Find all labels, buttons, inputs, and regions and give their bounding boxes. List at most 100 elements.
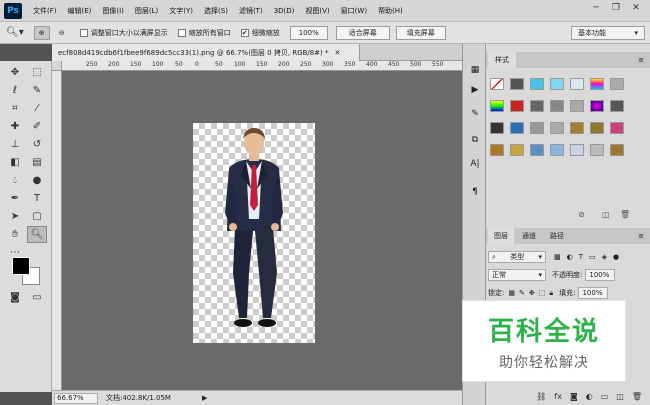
adjustment-layer-icon[interactable]: ◐ <box>586 392 593 401</box>
type-tool-icon[interactable]: T <box>27 190 47 207</box>
zoom-tool-preset-icon[interactable]: 🔍︎▾ <box>6 27 24 38</box>
marquee-tool-icon[interactable]: ⬚ <box>27 64 47 81</box>
style-swatch[interactable] <box>490 144 504 156</box>
paragraph-panel-icon[interactable]: ¶ <box>466 184 484 200</box>
style-swatch[interactable] <box>610 122 624 134</box>
brush-tool-icon[interactable]: ✐ <box>27 118 47 135</box>
character-panel-icon[interactable]: A| <box>466 156 484 172</box>
pen-tool-icon[interactable]: ✒ <box>5 190 25 207</box>
style-swatch[interactable] <box>610 100 624 112</box>
eraser-tool-icon[interactable]: ◧ <box>5 154 25 171</box>
tab-layers[interactable]: 图层 <box>488 228 514 244</box>
style-swatch[interactable] <box>510 78 524 90</box>
blur-tool-icon[interactable]: 💧︎ <box>5 172 25 189</box>
zoom-level-field[interactable]: 66.67% <box>54 392 98 404</box>
status-menu-arrow-icon[interactable]: ▶ <box>202 394 207 402</box>
hand-tool-icon[interactable]: ✋︎ <box>5 226 25 243</box>
style-swatch[interactable] <box>530 144 544 156</box>
zoom-all-option[interactable]: 缩放所有窗口 <box>177 28 231 38</box>
ruler-origin[interactable] <box>52 61 62 71</box>
style-swatch[interactable] <box>510 100 524 112</box>
filter-adjustment-icon[interactable]: ◐ <box>567 253 573 261</box>
zoom-in-icon[interactable]: ⊕ <box>33 25 50 40</box>
document-tab[interactable]: ecf808d419cdb6f1fbee9f689dc5cc33(1).png … <box>52 44 360 61</box>
canvas-area[interactable] <box>62 71 462 390</box>
scrubby-zoom-checkbox[interactable]: ✔ <box>240 28 249 37</box>
style-swatch[interactable] <box>570 78 584 90</box>
rectangle-tool-icon[interactable]: ▢ <box>27 208 47 225</box>
history-panel-icon[interactable]: ▦ <box>466 62 484 78</box>
history-brush-tool-icon[interactable]: ↺ <box>27 136 47 153</box>
scrubby-zoom-option[interactable]: ✔ 细微缩放 <box>240 28 280 38</box>
lock-transparent-icon[interactable]: ▦ <box>508 289 515 297</box>
style-swatch[interactable] <box>610 144 624 156</box>
fit-screen-button[interactable]: 适合屏幕 <box>335 25 390 40</box>
filter-pixel-icon[interactable]: ▩ <box>554 253 561 261</box>
filter-smart-icon[interactable]: ◈ <box>602 253 607 261</box>
zoom-out-icon[interactable]: ⊖ <box>54 26 70 40</box>
layers-menu-icon[interactable]: ≡ <box>634 228 648 244</box>
link-layers-icon[interactable]: ⛓︎ <box>536 392 546 401</box>
lock-artboard-icon[interactable]: ⬚ <box>539 289 546 297</box>
fx-icon[interactable]: fx <box>554 392 562 401</box>
filter-toggle-icon[interactable]: ● <box>613 253 619 261</box>
menu-3d[interactable]: 3D(D) <box>274 7 295 15</box>
style-swatch[interactable] <box>550 144 564 156</box>
tab-paths[interactable]: 路径 <box>544 228 570 244</box>
menu-edit[interactable]: 编辑(E) <box>68 6 92 16</box>
resize-windows-option[interactable]: 调整窗口大小以满屏显示 <box>79 28 168 38</box>
move-tool-icon[interactable]: ✥ <box>5 64 25 81</box>
workspace-select[interactable]: 基本功能 ▾ <box>571 25 645 40</box>
restore-button[interactable]: ❐ <box>608 3 624 13</box>
menu-type[interactable]: 文字(Y) <box>169 6 193 16</box>
minimize-button[interactable]: ─ <box>588 3 604 13</box>
healing-brush-tool-icon[interactable]: ✚ <box>5 118 25 135</box>
style-swatch[interactable] <box>490 78 504 90</box>
actions-panel-icon[interactable]: ▶ <box>466 82 484 98</box>
blend-mode-select[interactable]: 正常 ▾ <box>488 269 546 281</box>
clear-style-icon[interactable]: ⊘ <box>578 210 585 219</box>
resize-windows-checkbox[interactable] <box>79 28 88 37</box>
menu-window[interactable]: 窗口(W) <box>341 6 367 16</box>
panel-menu-icon[interactable]: ≡ <box>634 52 648 68</box>
opacity-field[interactable]: 100% <box>585 269 616 281</box>
style-swatch[interactable] <box>610 78 624 90</box>
filter-type-icon[interactable]: T <box>579 253 583 261</box>
style-swatch[interactable] <box>490 100 504 112</box>
document-info[interactable]: 文档:402.8K/1.05M <box>106 393 171 403</box>
style-swatch[interactable] <box>530 78 544 90</box>
style-swatch[interactable] <box>550 100 564 112</box>
fill-screen-button[interactable]: 填充屏幕 <box>395 25 446 40</box>
menu-filter[interactable]: 滤镜(T) <box>239 6 263 16</box>
style-swatch[interactable] <box>590 122 604 134</box>
dodge-tool-icon[interactable]: ● <box>27 172 47 189</box>
zoom-all-checkbox[interactable] <box>177 28 186 37</box>
close-button[interactable]: ✕ <box>628 3 644 13</box>
lock-position-icon[interactable]: ✥ <box>529 289 535 297</box>
tool-presets-icon[interactable]: ✎ <box>466 106 484 122</box>
crop-tool-icon[interactable]: ⌗ <box>5 100 25 117</box>
menu-help[interactable]: 帮助(H) <box>378 6 403 16</box>
quick-selection-tool-icon[interactable]: ✎ <box>27 82 47 99</box>
tab-styles[interactable]: 样式 <box>488 52 516 68</box>
foreground-color-swatch[interactable] <box>12 257 30 275</box>
clone-stamp-tool-icon[interactable]: ⊥ <box>5 136 25 153</box>
document-close-icon[interactable]: ✕ <box>335 49 341 57</box>
new-group-icon[interactable]: ▭ <box>601 392 609 401</box>
filter-kind-select[interactable]: ⌕ 类型 ▾ <box>488 251 546 263</box>
menu-view[interactable]: 视图(V) <box>305 6 329 16</box>
fill-field[interactable]: 100% <box>578 287 609 299</box>
lasso-tool-icon[interactable]: ℓ <box>5 82 25 99</box>
delete-style-icon[interactable]: 🗑︎ <box>620 210 630 219</box>
style-swatch[interactable] <box>550 122 564 134</box>
style-swatch[interactable] <box>510 144 524 156</box>
delete-layer-icon[interactable]: 🗑︎ <box>632 392 642 401</box>
style-swatch[interactable] <box>590 78 604 90</box>
style-swatch[interactable] <box>530 122 544 134</box>
new-layer-icon[interactable]: ◫ <box>616 392 624 401</box>
add-mask-icon[interactable]: ◙ <box>570 392 578 401</box>
path-selection-tool-icon[interactable]: ➤ <box>5 208 25 225</box>
style-swatch[interactable] <box>510 122 524 134</box>
style-swatch[interactable] <box>570 100 584 112</box>
style-swatch[interactable] <box>590 100 604 112</box>
